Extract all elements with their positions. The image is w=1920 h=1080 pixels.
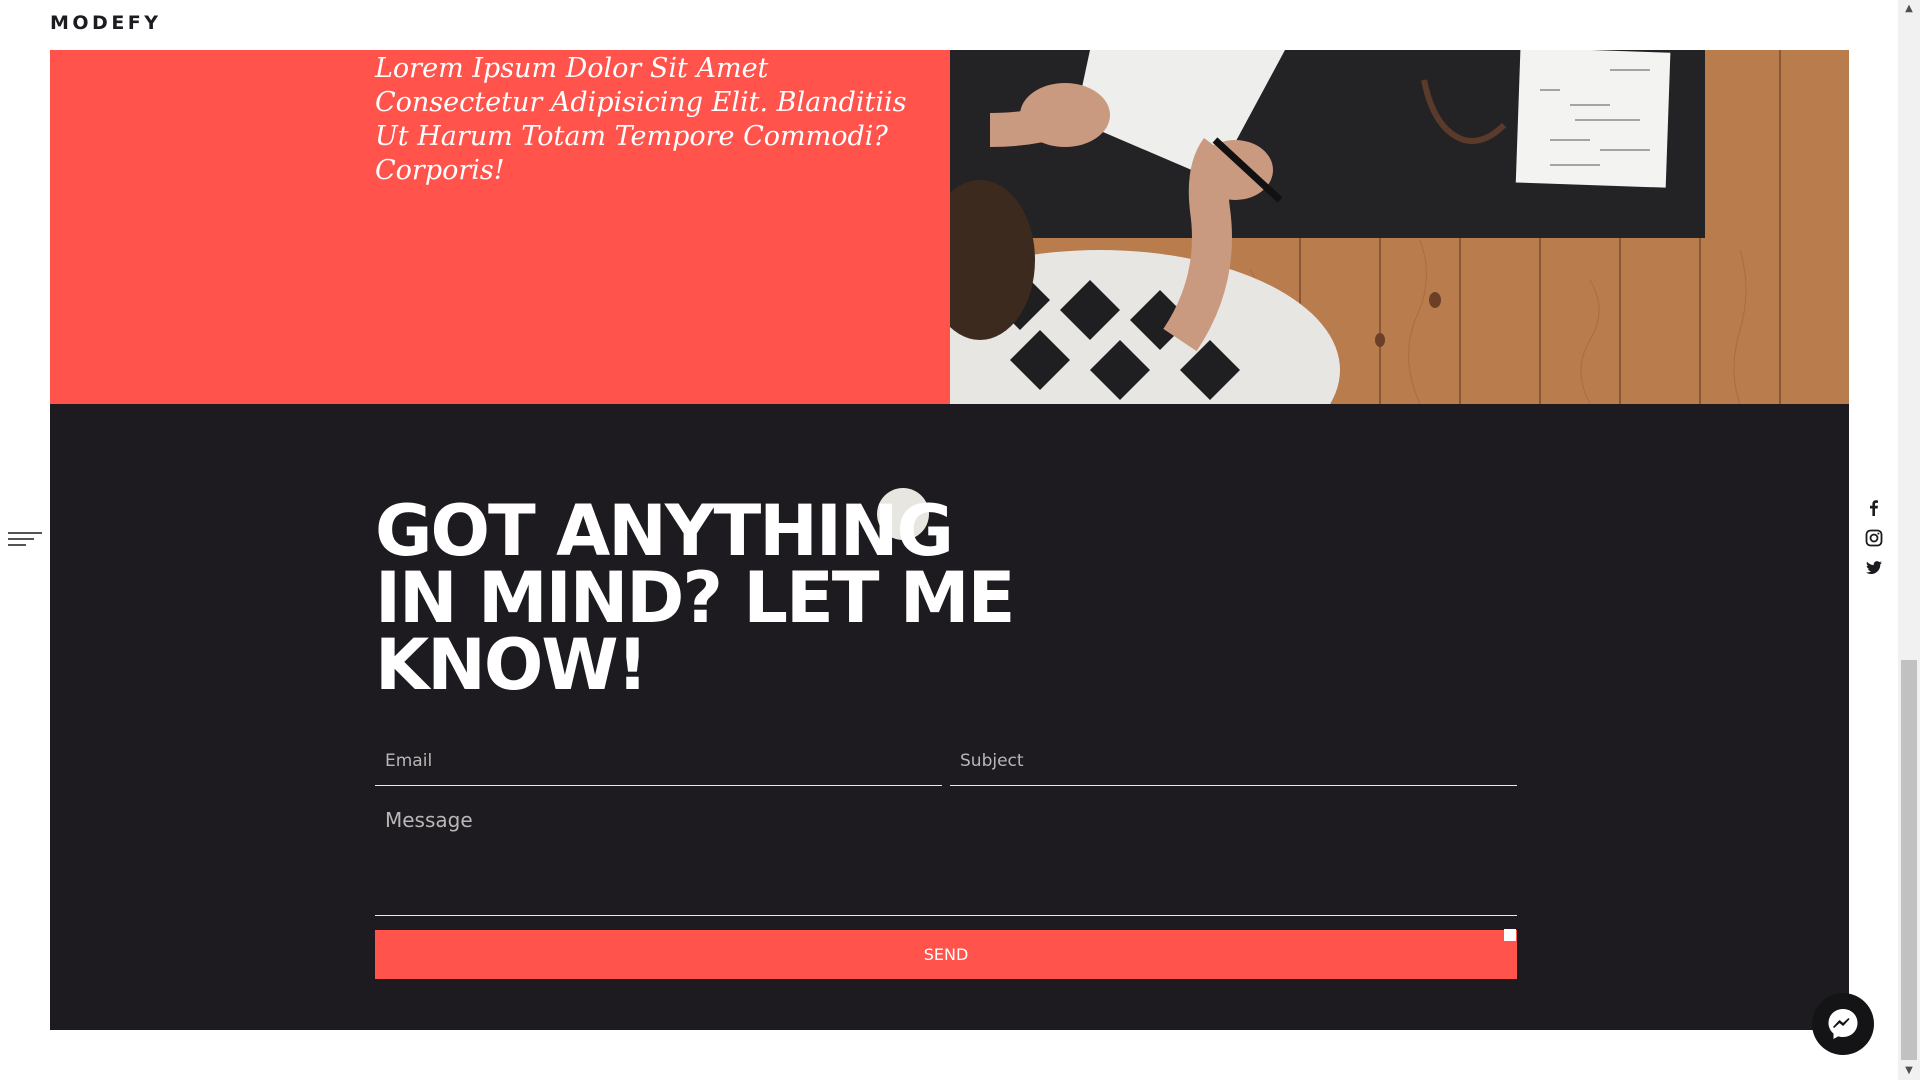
scroll-down-arrow-icon[interactable]: ▼ xyxy=(1898,1062,1920,1080)
instagram-icon[interactable] xyxy=(1862,528,1886,552)
messenger-icon xyxy=(1828,1009,1858,1039)
page-scrollbar[interactable]: ▲ ▼ xyxy=(1898,0,1920,1080)
twitter-icon[interactable] xyxy=(1862,558,1886,582)
social-links xyxy=(1862,496,1886,588)
hero-photo xyxy=(950,50,1849,404)
subject-field[interactable] xyxy=(950,736,1517,786)
site-header: MODEFY xyxy=(50,0,1850,50)
contact-heading: GOT ANYTHING IN MIND? LET ME KNOW! xyxy=(375,490,1015,706)
message-field[interactable] xyxy=(375,796,1517,916)
send-corner-marker xyxy=(1504,929,1516,941)
person-writing-notebook-photo xyxy=(950,50,1849,404)
scrollbar-thumb[interactable] xyxy=(1901,660,1917,1060)
site-logo[interactable]: MODEFY xyxy=(50,12,162,34)
send-button[interactable]: SEND xyxy=(375,930,1517,979)
menu-lines-icon[interactable] xyxy=(8,530,42,548)
email-field[interactable] xyxy=(375,736,942,786)
hero-quote: Lorem Ipsum Dolor Sit Amet Consectetur A… xyxy=(375,53,907,186)
scroll-up-arrow-icon[interactable]: ▲ xyxy=(1898,0,1920,18)
contact-section: GOT ANYTHING IN MIND? LET ME KNOW! SEND xyxy=(50,404,1849,1030)
facebook-icon[interactable] xyxy=(1862,498,1886,522)
hero-text-panel: Lorem Ipsum Dolor Sit Amet Consectetur A… xyxy=(50,50,950,404)
messenger-chat-button[interactable] xyxy=(1812,993,1874,1055)
